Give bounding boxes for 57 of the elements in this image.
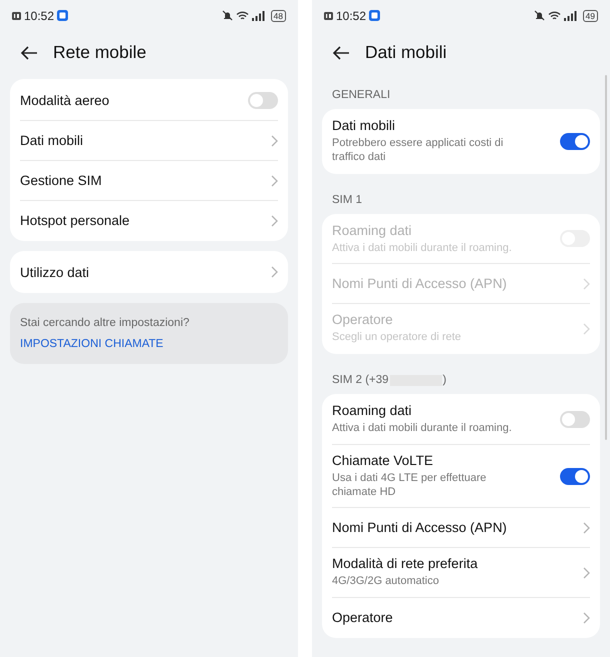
signal-icon [252,10,265,20]
wifi-icon [548,10,561,20]
setting-title: Dati mobili [332,118,396,133]
signal-icon [564,10,577,20]
setting-title: Roaming dati [332,403,412,418]
call-settings-link[interactable]: IMPOSTAZIONI CHIAMATE [20,338,164,350]
suggestion-text: Stai cercando altre impostazioni? [20,317,190,329]
setting-title: Utilizzo dati [20,264,90,280]
chevron-right-icon [271,266,278,278]
chevron-right-icon [271,134,278,146]
battery-level: 49 [582,10,598,22]
chevron-right-icon [583,322,590,335]
setting-title: Operatore [332,312,393,328]
toggle-switch[interactable] [560,468,590,484]
section-header: GENERALI [332,89,390,101]
section-header: SIM 2 (+39 [332,374,389,386]
chevron-right-icon [271,174,278,186]
chevron-right-icon [271,214,278,226]
wifi-icon [236,10,249,20]
setting-description: 4G/3G/2G automatico [332,575,439,589]
status-time: 10:52 [24,8,54,22]
setting-description: Usa i dati 4G LTE per effettuare chiamate HD [332,472,488,500]
setting-description: Attiva i dati mobili durante il roaming. [332,242,512,256]
status-time: 10:52 [336,8,366,22]
back-arrow-icon[interactable] [20,46,38,60]
page-title: Dati mobili [365,42,447,63]
chevron-right-icon [583,278,590,290]
setting-title: Roaming dati [332,222,412,238]
page-title: Rete mobile [53,42,146,63]
hd-icon [324,12,333,20]
setting-title: Modalità di rete preferita [332,556,478,572]
toggle-switch[interactable] [560,132,590,150]
section-header: ) [442,374,446,386]
chevron-right-icon [583,612,590,624]
setting-title: Gestione SIM [20,173,102,188]
chevron-right-icon [583,566,590,579]
muted-bell-icon [534,10,545,21]
chevron-right-icon [583,522,590,534]
setting-title: Operatore [332,610,393,625]
toggle-switch[interactable] [560,410,590,428]
hd-icon [12,12,21,20]
section-header: SIM 1 [332,194,362,206]
setting-title: Nomi Punti di Accesso (APN) [332,520,507,536]
app-notification-icon [369,10,380,21]
toggle-switch[interactable] [248,92,278,108]
setting-description: Scegli un operatore di rete [332,331,462,345]
setting-description: Potrebbero essere applicati costi di traffico dati [332,137,504,164]
back-arrow-icon[interactable] [332,46,350,60]
setting-title: Dati mobili [20,133,84,148]
setting-title: Chiamate VoLTE [332,452,434,468]
muted-bell-icon [222,10,233,21]
setting-title: Nomi Punti di Accesso (APN) [332,276,507,292]
setting-title: Hotspot personale [20,213,130,228]
setting-title: Modalità aereo [20,92,110,108]
setting-description: Attiva i dati mobili durante il roaming. [332,422,512,436]
app-notification-icon [57,10,68,21]
battery-level: 48 [270,10,286,22]
